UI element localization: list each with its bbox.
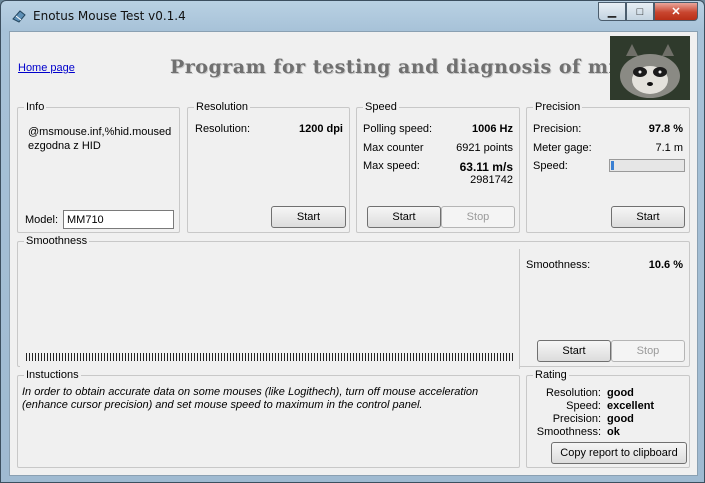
smoothness-samples: [26, 353, 514, 361]
smoothness-stop-button[interactable]: Stop: [611, 340, 685, 362]
model-label: Model:: [25, 214, 59, 226]
info-group: Info @msmouse.inf,%hid.mousedezgodna z H…: [17, 101, 180, 233]
precision-value: 97.8 %: [648, 123, 683, 135]
speed-legend: Speed: [363, 101, 399, 113]
device-name: @msmouse.inf,%hid.mousedezgodna z HID: [28, 126, 172, 152]
title-bar[interactable]: Enotus Mouse Test v0.1.4 ▁ □ ✕: [1, 1, 704, 31]
max-counter-label: Max counter: [363, 142, 424, 154]
speed-progress-fill: [611, 161, 614, 170]
rating-value: ok: [607, 426, 620, 438]
precision-group: Precision Precision: 97.8 % Meter gage: …: [526, 101, 690, 233]
precision-speed-label: Speed:: [533, 160, 568, 172]
max-speed-label: Max speed:: [363, 160, 420, 172]
precision-label: Precision:: [533, 123, 582, 135]
instructions-legend: Instuctions: [24, 369, 81, 381]
client-area: Home page Program for testing and diagno…: [9, 31, 698, 476]
smoothness-group: Smoothness Smoothness: 10.6 % Start Stop: [17, 235, 690, 369]
resolution-legend: Resolution: [194, 101, 250, 113]
resolution-start-button[interactable]: Start: [271, 206, 346, 228]
speed-start-button[interactable]: Start: [367, 206, 441, 228]
maximize-button[interactable]: □: [626, 2, 654, 21]
app-window: Enotus Mouse Test v0.1.4 ▁ □ ✕ Home page…: [0, 0, 705, 483]
polling-speed-label: Polling speed:: [363, 123, 433, 135]
window-controls: ▁ □ ✕: [598, 2, 698, 21]
max-speed-raw: 2981742: [470, 174, 513, 186]
minimize-button[interactable]: ▁: [598, 2, 626, 21]
rating-value: excellent: [607, 400, 655, 412]
model-field[interactable]: [63, 210, 174, 229]
polling-speed-value: 1006 Hz: [472, 123, 513, 135]
instructions-group: Instuctions In order to obtain accurate …: [17, 369, 520, 468]
page-title: Program for testing and diagnosis of mic…: [170, 56, 641, 78]
window-title: Enotus Mouse Test v0.1.4: [33, 9, 186, 23]
resolution-group: Resolution Resolution: 1200 dpi Start: [187, 101, 350, 233]
instructions-text: In order to obtain accurate data on some…: [22, 386, 479, 411]
precision-start-button[interactable]: Start: [611, 206, 685, 228]
speed-group: Speed Polling speed: 1006 Hz Max counter…: [356, 101, 520, 233]
speed-progress-bar: [609, 159, 685, 172]
meter-gage-value: 7.1 m: [655, 142, 683, 154]
resolution-value: 1200 dpi: [298, 123, 343, 135]
smoothness-start-button[interactable]: Start: [537, 340, 611, 362]
smoothness-plot: [20, 249, 520, 369]
rating-value: good: [607, 387, 634, 399]
rating-key: Speed:: [566, 400, 601, 412]
rating-value: good: [607, 413, 634, 425]
speed-stop-button[interactable]: Stop: [441, 206, 515, 228]
raccoon-image: [610, 36, 690, 100]
smoothness-legend: Smoothness: [24, 235, 90, 247]
info-legend: Info: [24, 101, 47, 113]
rating-key: Resolution:: [545, 387, 601, 399]
resolution-label: Resolution:: [195, 123, 251, 135]
smoothness-value: 10.6 %: [648, 259, 683, 271]
precision-legend: Precision: [533, 101, 583, 113]
rating-group: Rating Resolution: good Speed: excellent…: [526, 369, 690, 468]
home-page-link[interactable]: Home page: [18, 62, 75, 74]
rating-legend: Rating: [533, 369, 569, 381]
max-speed-value: 63.11 m/s: [459, 160, 513, 174]
rating-key: Smoothness:: [536, 426, 601, 438]
close-button[interactable]: ✕: [654, 2, 698, 21]
max-counter-value: 6921 points: [456, 142, 513, 154]
copy-report-button[interactable]: Copy report to clipboard: [551, 442, 687, 464]
meter-gage-label: Meter gage:: [533, 142, 592, 154]
mouse-icon: [12, 10, 26, 23]
rating-key: Precision:: [552, 413, 601, 425]
smoothness-label: Smoothness:: [526, 259, 591, 271]
